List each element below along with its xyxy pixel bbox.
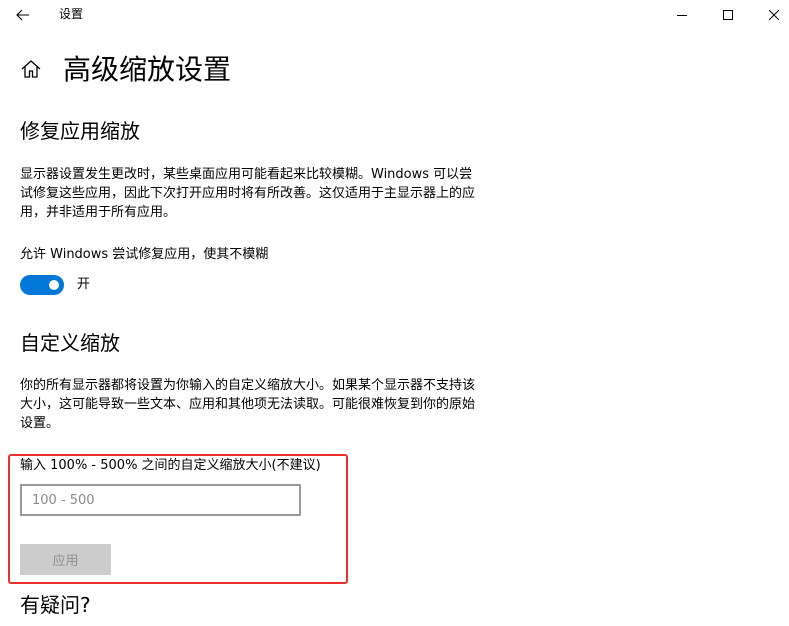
close-icon [769, 10, 779, 20]
help-heading: 有疑问? [20, 593, 91, 617]
minimize-button[interactable] [659, 0, 705, 30]
back-button[interactable] [0, 0, 46, 30]
custom-scaling-input[interactable] [20, 484, 301, 516]
custom-scaling-description: 你的所有显示器都将设置为你输入的自定义缩放大小。如果某个显示器不支持该大小，这可… [20, 378, 476, 431]
page-title: 高级缩放设置 [63, 53, 232, 86]
settings-window: 设置 高级缩放设置 修复应用缩放 显示器设置发生更改时，某些桌面应用可能看起来比… [0, 0, 789, 626]
close-button[interactable] [751, 0, 789, 30]
custom-scaling-input-label: 输入 100% - 500% 之间的自定义缩放大小(不建议) [20, 458, 321, 473]
app-title: 设置 [59, 7, 84, 21]
custom-scaling-heading: 自定义缩放 [20, 331, 120, 355]
fix-scaling-toggle-label: 允许 Windows 尝试修复应用，使其不模糊 [20, 247, 269, 262]
fix-scaling-description: 显示器设置发生更改时，某些桌面应用可能看起来比较模糊。Windows 可以尝试修… [20, 167, 476, 220]
back-arrow-icon [16, 9, 29, 21]
toggle-state-text: 开 [77, 277, 91, 292]
maximize-icon [723, 10, 733, 20]
maximize-button[interactable] [705, 0, 751, 30]
toggle-knob [49, 280, 59, 290]
apply-button[interactable]: 应用 [20, 544, 111, 575]
fix-scaling-heading: 修复应用缩放 [20, 119, 140, 143]
home-icon[interactable] [20, 58, 42, 80]
title-bar: 设置 [0, 0, 789, 30]
fix-scaling-toggle[interactable] [20, 275, 64, 295]
minimize-icon [677, 15, 687, 16]
